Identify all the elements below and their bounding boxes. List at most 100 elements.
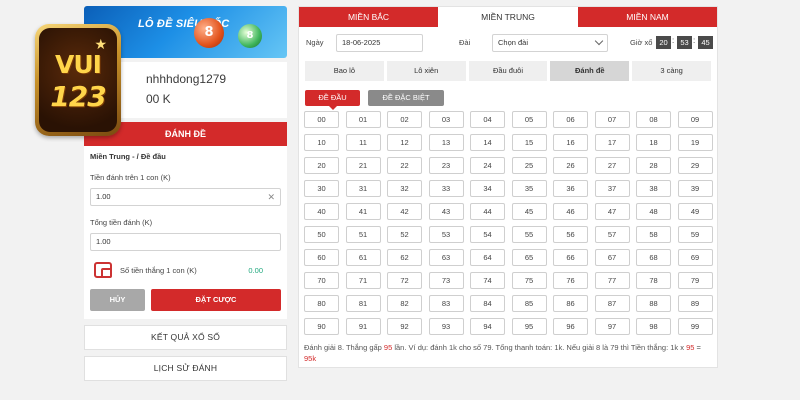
number-cell[interactable]: 46	[553, 203, 588, 220]
number-cell[interactable]: 51	[345, 226, 381, 243]
number-cell[interactable]: 09	[677, 111, 713, 128]
number-cell[interactable]: 63	[428, 249, 464, 266]
number-cell[interactable]: 75	[511, 272, 547, 289]
tab-de-dau[interactable]: ĐỀ ĐẦU	[305, 90, 360, 110]
number-cell[interactable]: 58	[636, 226, 671, 243]
tab-danh-de[interactable]: Đánh đề	[550, 61, 630, 81]
tab-bao-lo[interactable]: Bao lô	[305, 61, 384, 81]
number-cell[interactable]: 31	[345, 180, 381, 197]
number-cell[interactable]: 08	[636, 111, 671, 128]
number-cell[interactable]: 41	[345, 203, 381, 220]
number-cell[interactable]: 94	[470, 318, 505, 335]
number-cell[interactable]: 11	[345, 134, 381, 151]
number-cell[interactable]: 68	[636, 249, 671, 266]
number-cell[interactable]: 14	[470, 134, 505, 151]
number-cell[interactable]: 61	[345, 249, 381, 266]
number-cell[interactable]: 93	[428, 318, 464, 335]
number-cell[interactable]: 40	[304, 203, 339, 220]
tab-dau-duoi[interactable]: Đầu đuôi	[468, 61, 548, 81]
number-cell[interactable]: 50	[304, 226, 339, 243]
number-cell[interactable]: 80	[304, 295, 339, 312]
number-cell[interactable]: 19	[677, 134, 713, 151]
number-cell[interactable]: 81	[345, 295, 381, 312]
number-cell[interactable]: 82	[387, 295, 422, 312]
number-cell[interactable]: 30	[304, 180, 339, 197]
tab-mien-bac[interactable]: MIỀN BẮC	[299, 7, 438, 27]
number-cell[interactable]: 66	[553, 249, 588, 266]
number-cell[interactable]: 86	[553, 295, 588, 312]
number-cell[interactable]: 48	[636, 203, 671, 220]
number-cell[interactable]: 97	[594, 318, 630, 335]
number-cell[interactable]: 16	[553, 134, 588, 151]
clear-icon[interactable]: ✕	[267, 189, 275, 205]
number-cell[interactable]: 78	[636, 272, 671, 289]
number-cell[interactable]: 33	[428, 180, 464, 197]
number-cell[interactable]: 76	[553, 272, 588, 289]
number-cell[interactable]: 35	[511, 180, 547, 197]
number-cell[interactable]: 62	[387, 249, 422, 266]
tab-3-cang[interactable]: 3 càng	[632, 61, 711, 81]
number-cell[interactable]: 84	[470, 295, 505, 312]
number-cell[interactable]: 39	[677, 180, 713, 197]
number-cell[interactable]: 54	[470, 226, 505, 243]
number-cell[interactable]: 95	[511, 318, 547, 335]
tab-de-dac-biet[interactable]: ĐỀ ĐẶC BIỆT	[368, 90, 444, 106]
number-cell[interactable]: 65	[511, 249, 547, 266]
number-cell[interactable]: 72	[387, 272, 422, 289]
number-cell[interactable]: 74	[470, 272, 505, 289]
number-cell[interactable]: 96	[553, 318, 588, 335]
number-cell[interactable]: 73	[428, 272, 464, 289]
number-cell[interactable]: 18	[636, 134, 671, 151]
number-cell[interactable]: 98	[636, 318, 671, 335]
number-cell[interactable]: 99	[677, 318, 713, 335]
date-field[interactable]: 18-06-2025	[336, 34, 423, 52]
number-cell[interactable]: 28	[636, 157, 671, 174]
number-cell[interactable]: 07	[594, 111, 630, 128]
station-select[interactable]: Chọn đài	[492, 34, 608, 52]
number-cell[interactable]: 15	[511, 134, 547, 151]
place-bet-button[interactable]: ĐẶT CƯỢC	[151, 289, 281, 311]
tab-mien-nam[interactable]: MIỀN NAM	[578, 7, 717, 27]
number-cell[interactable]: 42	[387, 203, 422, 220]
number-cell[interactable]: 27	[594, 157, 630, 174]
number-cell[interactable]: 06	[553, 111, 588, 128]
number-cell[interactable]: 29	[677, 157, 713, 174]
number-cell[interactable]: 20	[304, 157, 339, 174]
amount-input[interactable]: 1.00 ✕	[90, 188, 281, 206]
number-cell[interactable]: 83	[428, 295, 464, 312]
number-cell[interactable]: 45	[511, 203, 547, 220]
number-cell[interactable]: 69	[677, 249, 713, 266]
number-cell[interactable]: 17	[594, 134, 630, 151]
number-cell[interactable]: 12	[387, 134, 422, 151]
number-cell[interactable]: 60	[304, 249, 339, 266]
number-cell[interactable]: 55	[511, 226, 547, 243]
number-cell[interactable]: 91	[345, 318, 381, 335]
number-cell[interactable]: 59	[677, 226, 713, 243]
number-cell[interactable]: 23	[428, 157, 464, 174]
number-cell[interactable]: 22	[387, 157, 422, 174]
number-cell[interactable]: 25	[511, 157, 547, 174]
number-cell[interactable]: 44	[470, 203, 505, 220]
lottery-results-link[interactable]: KẾT QUẢ XỔ SỐ	[84, 325, 287, 350]
number-cell[interactable]: 37	[594, 180, 630, 197]
number-cell[interactable]: 57	[594, 226, 630, 243]
number-cell[interactable]: 90	[304, 318, 339, 335]
number-cell[interactable]: 05	[511, 111, 547, 128]
number-cell[interactable]: 92	[387, 318, 422, 335]
number-cell[interactable]: 36	[553, 180, 588, 197]
number-cell[interactable]: 38	[636, 180, 671, 197]
number-cell[interactable]: 70	[304, 272, 339, 289]
number-cell[interactable]: 85	[511, 295, 547, 312]
number-cell[interactable]: 13	[428, 134, 464, 151]
number-cell[interactable]: 04	[470, 111, 505, 128]
cancel-button[interactable]: HỦY	[90, 289, 145, 311]
number-cell[interactable]: 52	[387, 226, 422, 243]
number-cell[interactable]: 00	[304, 111, 339, 128]
bet-history-link[interactable]: LỊCH SỬ ĐÁNH	[84, 356, 287, 381]
number-cell[interactable]: 34	[470, 180, 505, 197]
number-cell[interactable]: 64	[470, 249, 505, 266]
number-cell[interactable]: 26	[553, 157, 588, 174]
number-cell[interactable]: 88	[636, 295, 671, 312]
number-cell[interactable]: 10	[304, 134, 339, 151]
number-cell[interactable]: 47	[594, 203, 630, 220]
